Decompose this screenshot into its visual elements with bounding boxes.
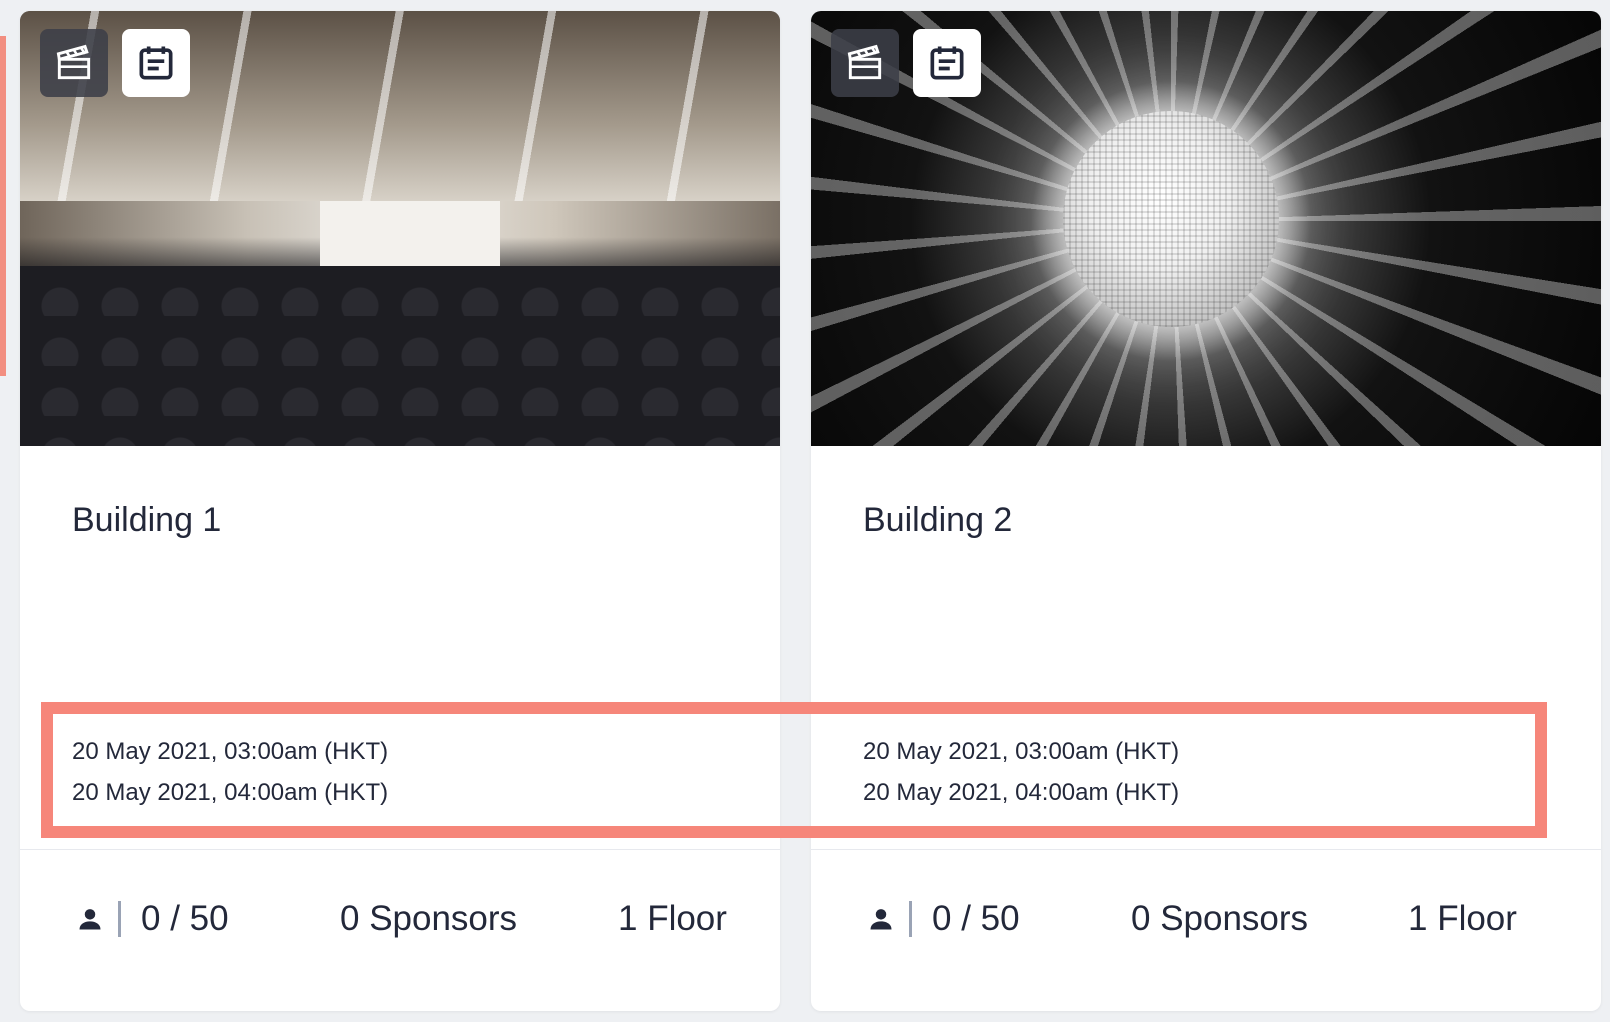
card-divider — [20, 849, 780, 850]
left-accent-strip — [0, 36, 6, 376]
capacity-value: 0 / 50 — [141, 899, 229, 938]
floors-count: 1 Floor — [1408, 899, 1517, 938]
building-title[interactable]: Building 1 — [72, 501, 221, 540]
capacity-value: 0 / 50 — [932, 899, 1020, 938]
person-icon — [79, 909, 101, 930]
building-card-1[interactable]: Building 1 20 May 2021, 03:00am (HKT) 20… — [20, 11, 780, 1011]
crowd-shape — [20, 266, 780, 446]
card-stats: 0 / 50 0 Sponsors 1 Floor — [811, 891, 1601, 951]
clapperboard-icon — [847, 44, 882, 80]
capacity-stat: 0 / 50 — [867, 891, 1020, 947]
building-card-2[interactable]: Building 2 20 May 2021, 03:00am (HKT) 20… — [811, 11, 1601, 1011]
page: Building 1 20 May 2021, 03:00am (HKT) 20… — [0, 0, 1610, 1022]
card-divider — [811, 849, 1601, 850]
person-icon — [870, 909, 892, 930]
building-card-image — [811, 11, 1601, 446]
event-dates: 20 May 2021, 03:00am (HKT) 20 May 2021, … — [72, 731, 388, 813]
clapperboard-icon — [56, 44, 91, 80]
clapperboard-badge[interactable] — [40, 29, 108, 97]
end-datetime: 20 May 2021, 04:00am (HKT) — [72, 779, 389, 806]
building-title[interactable]: Building 2 — [863, 501, 1012, 540]
sponsors-count: 0 Sponsors — [340, 899, 518, 938]
clapperboard-badge[interactable] — [831, 29, 899, 97]
end-datetime: 20 May 2021, 04:00am (HKT) — [863, 779, 1180, 806]
start-datetime: 20 May 2021, 03:00am (HKT) — [72, 738, 389, 765]
separator-bar — [118, 901, 121, 937]
start-datetime: 20 May 2021, 03:00am (HKT) — [863, 738, 1180, 765]
disco-ball-shape — [1063, 111, 1279, 327]
event-note-badge[interactable] — [122, 29, 190, 97]
event-dates: 20 May 2021, 03:00am (HKT) 20 May 2021, … — [863, 731, 1179, 813]
building-card-image — [20, 11, 780, 446]
event-note-icon — [139, 46, 173, 80]
event-note-icon — [930, 46, 964, 80]
sponsors-count: 0 Sponsors — [1131, 899, 1309, 938]
capacity-stat: 0 / 50 — [76, 891, 229, 947]
event-note-badge[interactable] — [913, 29, 981, 97]
separator-bar — [909, 901, 912, 937]
card-stats: 0 / 50 0 Sponsors 1 Floor — [20, 891, 780, 951]
floors-count: 1 Floor — [618, 899, 727, 938]
